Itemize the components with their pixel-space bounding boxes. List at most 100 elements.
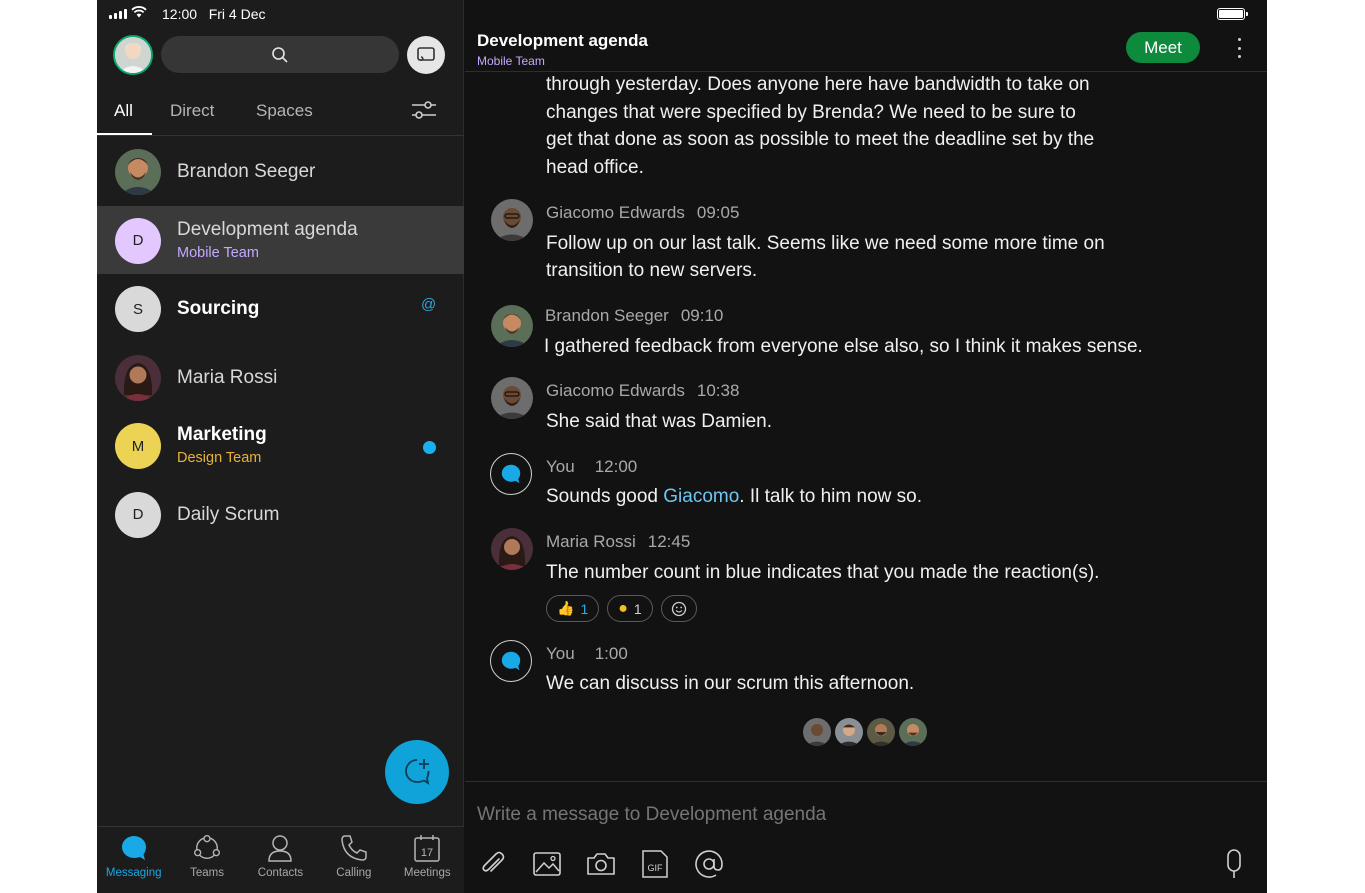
space-item-marketing[interactable]: M Marketing Design Team	[97, 411, 464, 480]
battery-icon	[1217, 8, 1248, 20]
gif-icon: GIF	[642, 850, 668, 878]
avatar[interactable]	[491, 528, 533, 570]
nav-label: Messaging	[105, 867, 162, 879]
profile-avatar[interactable]	[113, 35, 153, 75]
more-options-icon[interactable]	[1235, 38, 1243, 58]
message-text: transition to new servers.	[546, 260, 758, 281]
space-item-brandon-seeger[interactable]: Brandon Seeger	[97, 137, 464, 206]
message-author: Giacomo Edwards	[546, 203, 685, 222]
nav-messaging[interactable]: Messaging	[97, 827, 170, 893]
nav-label: Meetings	[403, 867, 451, 879]
reaction-thumbs-up[interactable]: 👍 1	[546, 595, 600, 622]
nav-label: Calling	[336, 867, 372, 879]
avatar: D	[115, 217, 161, 264]
avatar[interactable]	[491, 377, 533, 419]
message-time: 10:38	[696, 381, 740, 400]
conversation-title: Development agenda	[477, 31, 648, 50]
wifi-icon	[131, 6, 147, 18]
camera-button[interactable]	[585, 848, 617, 880]
search-icon	[272, 46, 288, 63]
filter-tab-all[interactable]: All	[114, 101, 133, 121]
active-tab-indicator	[97, 133, 152, 135]
message-author: You	[546, 644, 575, 663]
mention-button[interactable]	[693, 848, 725, 880]
space-list: Brandon Seeger D Development agenda Mobi…	[97, 137, 464, 548]
space-title: Marketing	[177, 424, 267, 445]
conversation-header: Development agenda Mobile Team Meet	[465, 28, 1267, 72]
self-avatar[interactable]	[490, 453, 532, 495]
voice-input-button[interactable]	[1220, 848, 1248, 880]
mention-link[interactable]: Giacomo	[663, 486, 739, 507]
read-receipt-avatar	[899, 718, 927, 746]
message-author: Brandon Seeger	[545, 306, 669, 325]
space-item-maria-rossi[interactable]: Maria Rossi	[97, 343, 464, 412]
filter-tab-spaces[interactable]: Spaces	[256, 101, 313, 121]
app-frame: 12:00 Fri 4 Dec All Direct Spaces Brando…	[97, 0, 1267, 893]
filter-tab-direct[interactable]: Direct	[170, 101, 214, 121]
read-receipt-avatar	[867, 718, 895, 746]
message-author: Giacomo Edwards	[546, 381, 685, 400]
meet-button[interactable]: Meet	[1126, 32, 1200, 63]
nav-teams[interactable]: Teams	[170, 827, 243, 893]
screen-share-button[interactable]	[407, 36, 445, 74]
message-meta: You 1:00	[546, 644, 628, 664]
add-reaction-button[interactable]	[660, 595, 697, 622]
space-item-development-agenda[interactable]: D Development agenda Mobile Team	[97, 205, 464, 274]
avatar[interactable]	[491, 199, 533, 241]
image-button[interactable]	[531, 848, 563, 880]
add-reaction-icon	[671, 601, 686, 616]
space-item-sourcing[interactable]: S Sourcing @	[97, 274, 464, 343]
composer-toolbar: GIF	[477, 848, 725, 880]
gif-button[interactable]: GIF	[639, 848, 671, 880]
message-text: through yesterday. Does anyone here have…	[546, 74, 1090, 95]
search-bar[interactable]	[161, 36, 399, 73]
message-time: 09:05	[696, 203, 740, 222]
nav-contacts[interactable]: Contacts	[244, 827, 317, 893]
attach-icon	[482, 851, 505, 872]
read-receipts[interactable]	[803, 718, 927, 746]
message-text-part: . Il talk to him now so.	[739, 486, 922, 507]
svg-text:GIF: GIF	[648, 863, 664, 873]
message-time: 12:00	[594, 457, 638, 476]
message-time: 09:10	[680, 306, 724, 325]
message-input[interactable]	[477, 804, 1177, 826]
new-chat-icon	[405, 759, 430, 785]
message-meta: Brandon Seeger 09:10	[545, 306, 723, 326]
nav-calling[interactable]: Calling	[317, 827, 390, 893]
message-author: You	[546, 457, 575, 476]
self-avatar[interactable]	[490, 640, 532, 682]
filter-tabs: All Direct Spaces	[97, 88, 464, 136]
status-bar: 12:00 Fri 4 Dec	[97, 0, 464, 28]
nav-label: Teams	[190, 867, 225, 879]
avatar	[115, 149, 161, 195]
message-list[interactable]: through yesterday. Does anyone here have…	[465, 73, 1267, 780]
message-time: 1:00	[594, 644, 628, 663]
cellular-signal-icon	[109, 9, 127, 19]
nav-meetings[interactable]: 17 Meetings	[391, 827, 464, 893]
avatar: D	[115, 491, 161, 538]
space-title: Daily Scrum	[177, 503, 280, 525]
calendar-day: 17	[421, 847, 433, 859]
avatar: S	[115, 286, 161, 332]
avatar: M	[115, 423, 161, 469]
mention-icon	[695, 850, 723, 878]
avatar[interactable]	[491, 305, 533, 347]
conversation-pane: Development agenda Mobile Team Meet thro…	[465, 0, 1267, 893]
message-text: changes that were specified by Brenda? W…	[546, 102, 1076, 123]
message-meta: Maria Rossi 12:45	[546, 532, 690, 552]
message-meta: You 12:00	[546, 457, 637, 477]
attach-button[interactable]	[477, 848, 509, 880]
reaction-count: 1	[580, 600, 589, 617]
messaging-icon	[501, 651, 521, 671]
message-meta: Giacomo Edwards 09:05	[546, 203, 739, 223]
reaction-emoji[interactable]: ● 1	[607, 595, 653, 622]
filter-settings-icon[interactable]	[411, 100, 437, 120]
new-message-button[interactable]	[385, 740, 449, 804]
contacts-icon	[266, 834, 294, 862]
space-item-daily-scrum[interactable]: D Daily Scrum	[97, 480, 464, 549]
meetings-calendar-icon: 17	[413, 834, 441, 862]
message-text: We can discuss in our scrum this afterno…	[546, 673, 915, 694]
unread-indicator	[423, 441, 436, 454]
avatar	[115, 354, 161, 401]
nav-label: Contacts	[257, 867, 304, 879]
